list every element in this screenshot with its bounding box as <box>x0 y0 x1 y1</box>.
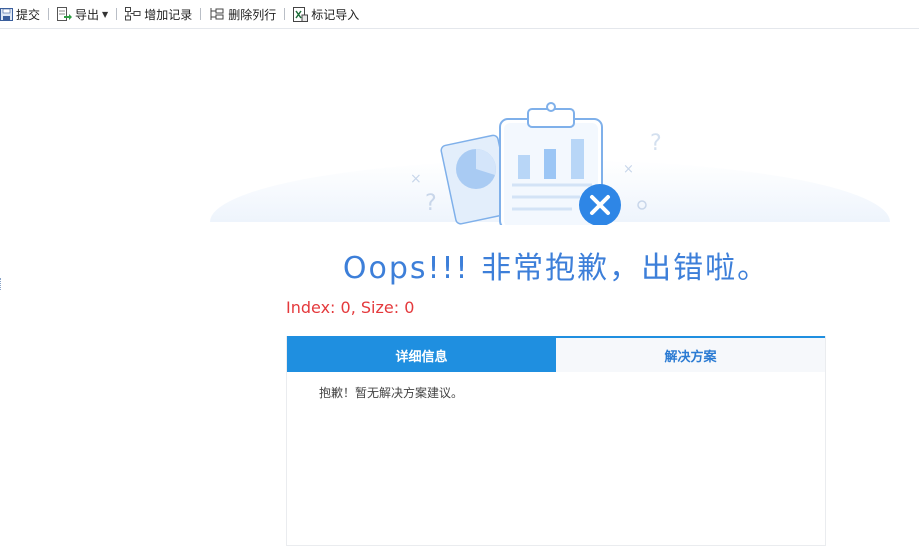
splitter-handle[interactable] <box>0 278 4 290</box>
tab-solutions[interactable]: 解决方案 <box>556 338 825 372</box>
svg-text:×: × <box>623 162 634 177</box>
mark-import-button[interactable]: 标记导入 <box>290 3 362 25</box>
svg-text:×: × <box>410 171 422 187</box>
add-record-icon <box>125 7 141 21</box>
save-icon <box>0 7 13 21</box>
delete-row-label: 删除列行 <box>228 7 277 22</box>
tab-details[interactable]: 详细信息 <box>287 338 556 372</box>
toolbar-separator <box>48 8 50 20</box>
delete-row-icon <box>210 8 224 20</box>
svg-text:?: ? <box>425 191 437 216</box>
svg-text:?: ? <box>650 131 662 156</box>
submit-button[interactable]: 提交 <box>0 3 43 25</box>
toolbar-separator <box>116 8 118 20</box>
mark-import-label: 标记导入 <box>311 7 360 22</box>
toolbar-separator <box>284 8 286 20</box>
export-icon <box>57 7 73 21</box>
tab-bar: 详细信息 解决方案 <box>287 336 825 372</box>
error-message: Index: 0, Size: 0 <box>286 298 415 317</box>
error-detail-panel: 详细信息 解决方案 抱歉！暂无解决方案建议。 <box>286 336 826 546</box>
error-clipboard-illustration: × ? ? × <box>410 102 662 225</box>
export-label: 导出 <box>75 7 100 22</box>
toolbar-separator <box>200 8 202 20</box>
export-button[interactable]: 导出 ▼ <box>54 3 111 25</box>
panel-content: 抱歉！暂无解决方案建议。 <box>319 386 464 400</box>
delete-row-button[interactable]: 删除列行 <box>206 3 279 25</box>
submit-label: 提交 <box>16 7 41 22</box>
toolbar: 提交 导出 ▼ 增加记录 删除列行 标记导入 <box>0 0 919 29</box>
chevron-down-icon[interactable]: ▼ <box>102 10 108 19</box>
error-headline: Oops!!! 非常抱歉，出错啦。 <box>342 251 770 286</box>
add-record-label: 增加记录 <box>144 7 193 22</box>
add-record-button[interactable]: 增加记录 <box>122 3 195 25</box>
excel-import-icon <box>293 6 309 22</box>
